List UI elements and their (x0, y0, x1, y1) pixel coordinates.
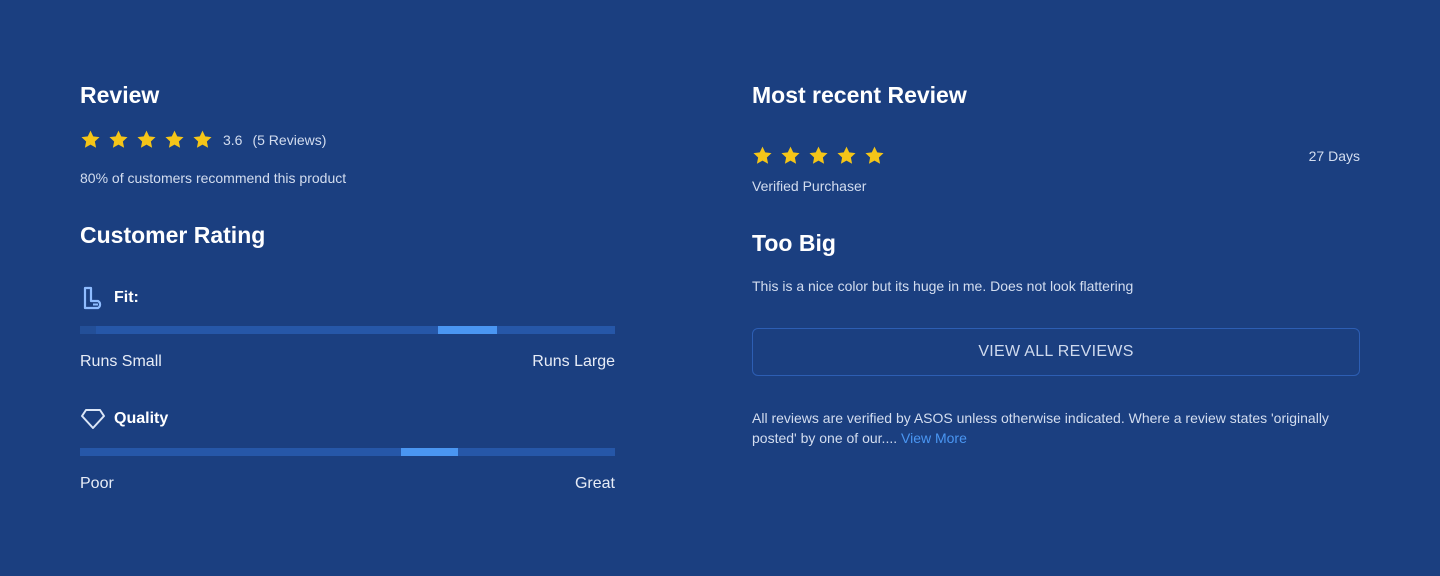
review-heading: Review (80, 82, 160, 108)
recent-review-stars (752, 145, 885, 166)
view-all-reviews-button[interactable]: VIEW ALL REVIEWS (752, 328, 1360, 376)
customer-rating-heading: Customer Rating (80, 222, 266, 248)
fit-icon (80, 285, 106, 311)
quality-max-label: Great (574, 475, 615, 492)
recommend-text: 80% of customers recommend this product (80, 170, 347, 186)
fit-scale: Runs Small Runs Large (80, 353, 615, 371)
star-icon (81, 130, 100, 148)
star-icon (837, 146, 856, 164)
fit-marker (438, 326, 498, 334)
disclaimer-text: All reviews are verified by ASOS unless … (752, 410, 1329, 446)
quality-label: Quality (114, 410, 169, 427)
rating-value: 3.6 (223, 131, 243, 148)
fit-header: Fit: (80, 285, 139, 311)
review-body: This is a nice color but its huge in me.… (752, 278, 1134, 294)
fit-min-label: Runs Small (80, 353, 162, 370)
star-icon (781, 146, 800, 164)
review-title: Too Big (752, 230, 836, 256)
recent-review-heading: Most recent Review (752, 82, 967, 108)
review-count: (5 Reviews) (252, 131, 327, 148)
star-icon (137, 130, 156, 148)
review-page: Review 3.6 (5 Reviews) 80% of customers … (0, 0, 1440, 576)
fit-label: Fit: (114, 289, 139, 306)
fit-bar-start (80, 326, 96, 334)
star-icon (165, 130, 184, 148)
review-rating-row: 3.6 (5 Reviews) (80, 129, 326, 150)
review-age: 27 Days (1308, 148, 1360, 164)
rating-stars (80, 129, 213, 150)
verified-purchaser-label: Verified Purchaser (752, 178, 867, 194)
quality-marker (401, 448, 458, 456)
quality-header: Quality (80, 406, 168, 432)
star-icon (109, 130, 128, 148)
star-icon (809, 146, 828, 164)
fit-max-label: Runs Large (532, 353, 615, 370)
quality-min-label: Poor (80, 475, 114, 492)
star-icon (753, 146, 772, 164)
quality-scale: Poor Great (80, 475, 615, 493)
star-icon (865, 146, 884, 164)
view-more-link[interactable]: View More (901, 430, 967, 446)
fit-bar (80, 326, 615, 334)
quality-bar (80, 448, 615, 456)
star-icon (193, 130, 212, 148)
review-disclaimer: All reviews are verified by ASOS unless … (752, 408, 1352, 448)
diamond-icon (80, 406, 106, 432)
